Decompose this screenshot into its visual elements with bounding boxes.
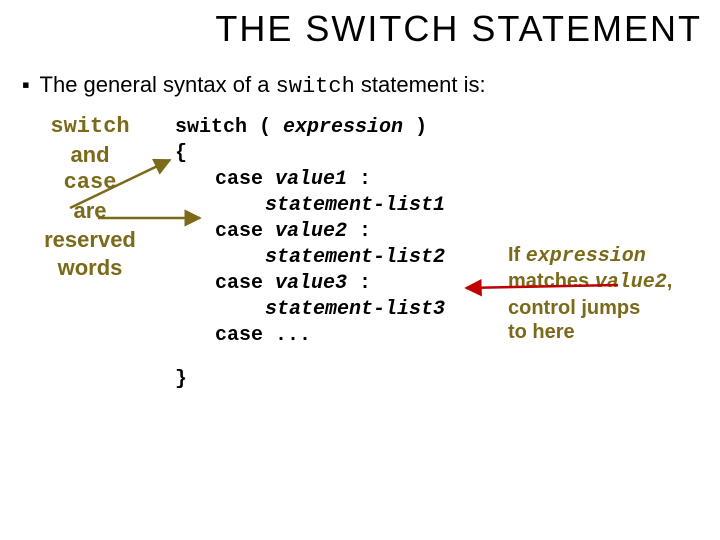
code-block: switch ( expression ) { case value1 : st… — [175, 115, 445, 393]
left-case: case — [20, 169, 160, 197]
code-line-8: statement-list3 — [175, 297, 445, 323]
right-annotation: If expression matches value2, control ju… — [508, 243, 698, 345]
code-line-2: { — [175, 141, 445, 167]
code-line-5: case value2 : — [175, 219, 445, 245]
left-are: are — [20, 197, 160, 225]
left-switch: switch — [20, 113, 160, 141]
code-line-3: case value1 : — [175, 167, 445, 193]
code-line-7: case value3 : — [175, 271, 445, 297]
bullet-icon: ▪ — [22, 72, 30, 97]
slide-title: THE SWITCH STATEMENT — [0, 0, 720, 50]
intro-prefix: The general syntax of a — [40, 72, 276, 97]
left-annotation: switch and case are reserved words — [20, 113, 160, 282]
intro-line: ▪ The general syntax of a switch stateme… — [0, 50, 720, 99]
intro-suffix: statement is: — [355, 72, 486, 97]
code-line-1: switch ( expression ) — [175, 115, 445, 141]
code-line-4: statement-list1 — [175, 193, 445, 219]
content-area: switch and case are reserved words switc… — [0, 113, 720, 493]
left-words: words — [20, 254, 160, 282]
left-and: and — [20, 141, 160, 169]
intro-code: switch — [276, 74, 355, 99]
left-reserved: reserved — [20, 226, 160, 254]
code-line-6: statement-list2 — [175, 245, 445, 271]
code-line-10: } — [175, 367, 445, 393]
code-line-9: case ... — [175, 323, 445, 349]
